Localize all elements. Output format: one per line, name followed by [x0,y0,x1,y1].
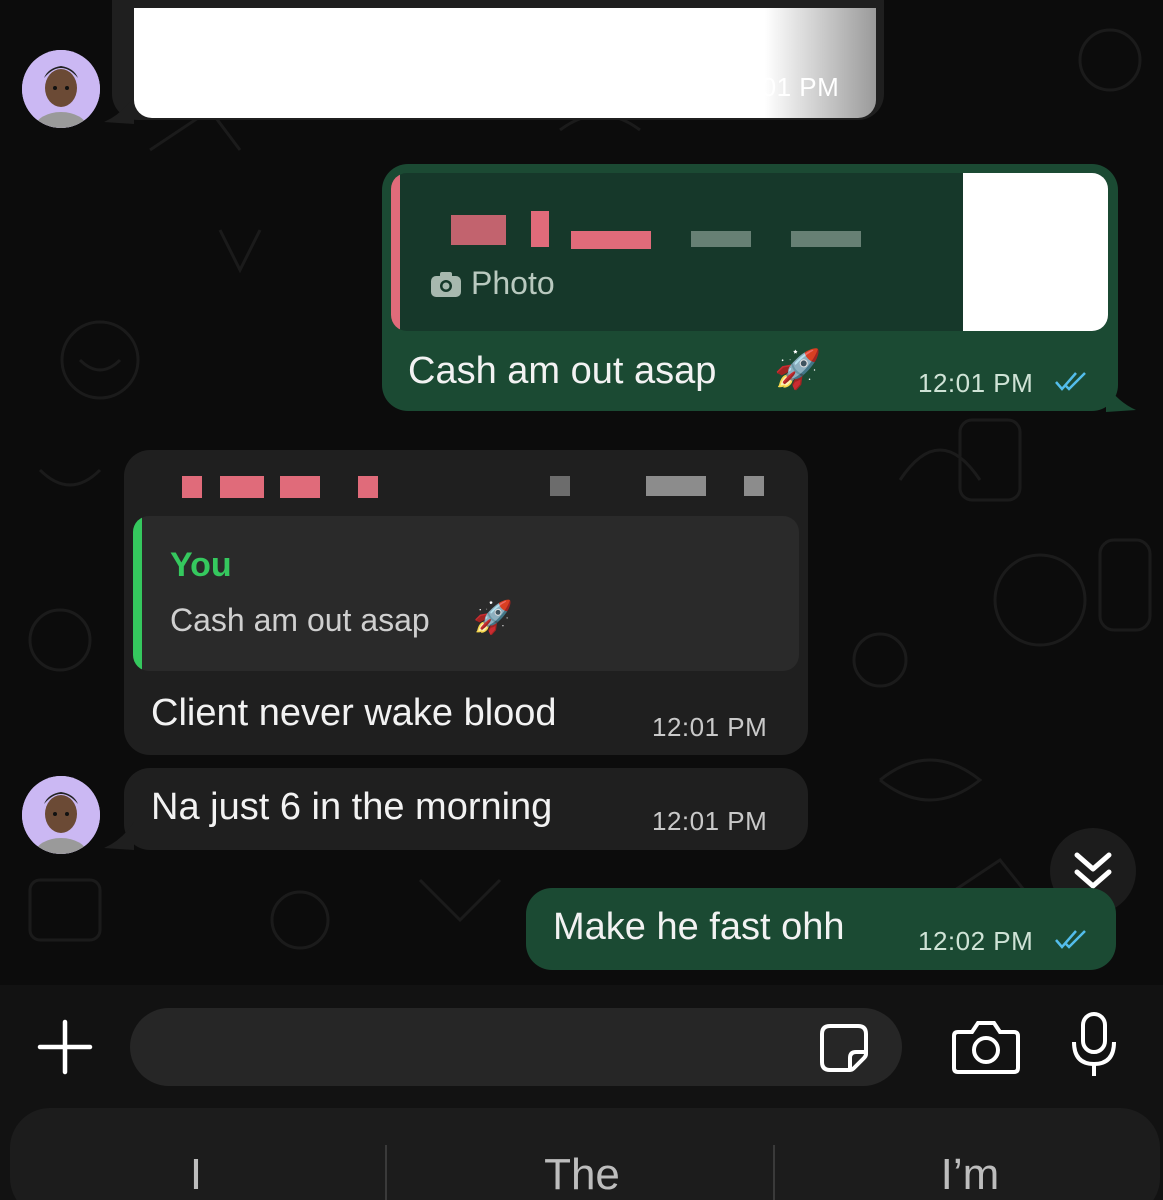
camera-small-icon [431,272,461,297]
message-time: 12:02 PM [918,926,1034,956]
quoted-label: Photo [471,265,555,301]
quoted-message[interactable]: You Cash am out asap 🚀 [133,516,799,671]
redacted-header [280,476,320,498]
suggestion-divider [385,1145,387,1200]
message-incoming[interactable]: Na just 6 in the morning 12:01 PM [124,768,808,850]
rocket-emoji: 🚀 [774,349,822,391]
quoted-photo-thumbnail[interactable] [963,173,1108,331]
bubble-tail [104,96,134,124]
quoted-text: Cash am out asap [170,602,430,638]
message-text: Make he fast ohh [553,906,845,948]
message-input[interactable] [130,1008,902,1086]
redacted-header [550,476,570,496]
message-time: 12:01 PM [652,806,768,836]
avatar[interactable] [22,776,100,854]
redacted-header [182,476,202,498]
memoji-avatar-icon [22,50,100,128]
avatar[interactable] [22,50,100,128]
message-time: 12:01 PM [724,72,840,102]
message-text: Na just 6 in the morning [151,786,553,828]
message-time: 12:01 PM [652,712,768,742]
bubble-tail [1106,384,1136,412]
redacted-header [744,476,764,496]
message-text: Client never wake blood [151,692,557,734]
rocket-emoji: 🚀 [473,599,513,635]
message-media-incoming[interactable]: 12:01 PM [112,0,884,120]
redacted-name [531,211,549,247]
quote-accent-bar [391,173,400,331]
quote-accent-bar [133,516,142,671]
chat-screen: 12:01 PM Photo Cash am out asap 🚀 12:01 … [0,0,1163,1200]
suggestion-2[interactable]: The [392,1150,772,1200]
sticker-button[interactable] [816,1020,872,1076]
read-ticks-icon [1055,372,1086,391]
redacted-header [646,476,706,496]
redacted-name [571,231,651,249]
camera-icon [952,1021,1020,1074]
read-ticks-icon [1055,930,1086,949]
camera-button[interactable] [950,1014,1022,1078]
sticker-icon [820,1024,868,1072]
suggestion-1[interactable]: I [6,1150,386,1200]
suggestion-3[interactable]: I’m [780,1150,1160,1200]
message-outgoing-reply-photo[interactable]: Photo Cash am out asap 🚀 12:01 PM [382,164,1118,411]
redacted-name [451,215,506,245]
quoted-author: You [170,546,232,584]
memoji-avatar-icon [22,776,100,854]
redacted-header [358,476,378,498]
redacted-name [791,231,861,247]
plus-icon [37,1019,93,1075]
attach-button[interactable] [34,1016,96,1078]
message-incoming-reply[interactable]: You Cash am out asap 🚀 Client never wake… [124,450,808,755]
message-time: 12:01 PM [918,368,1034,398]
quoted-photo[interactable]: Photo [391,173,1108,331]
bubble-tail [104,822,134,850]
microphone-button[interactable] [1066,1010,1122,1080]
microphone-icon [1072,1012,1116,1076]
message-text: Cash am out asap [408,350,717,392]
message-outgoing[interactable]: Make he fast ohh 12:02 PM [526,888,1116,970]
suggestion-divider [773,1145,775,1200]
redacted-header [220,476,264,498]
redacted-name [691,231,751,247]
